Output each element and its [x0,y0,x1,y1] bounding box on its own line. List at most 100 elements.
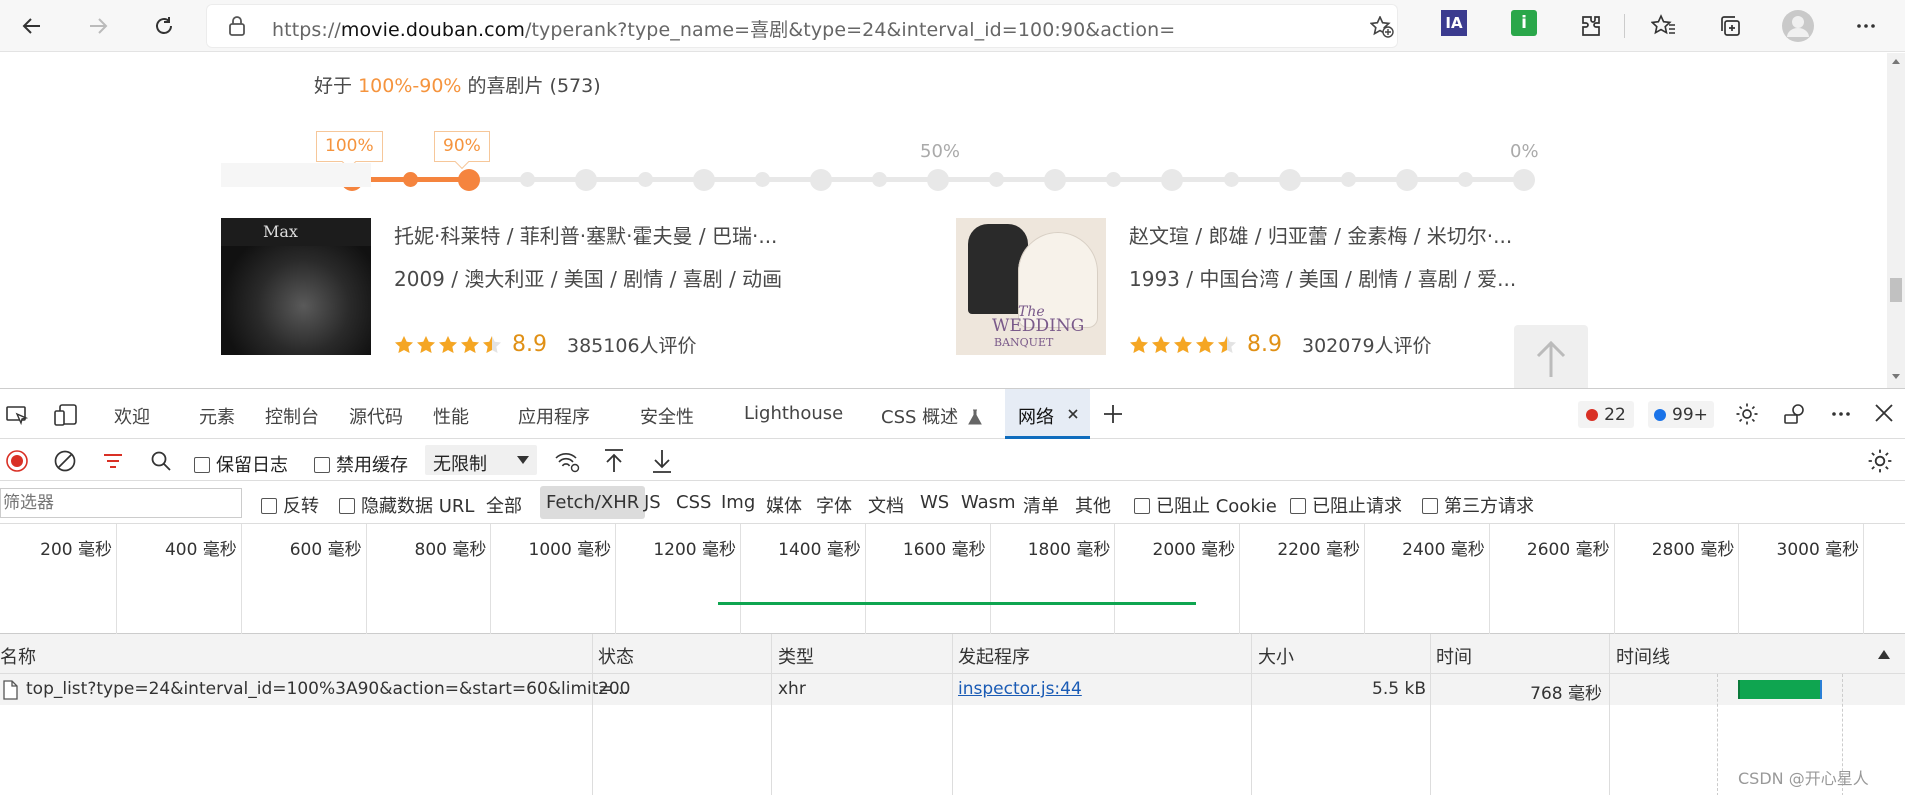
network-conditions-icon[interactable] [554,449,580,473]
scroll-down-icon[interactable] [1891,373,1901,381]
tab-css-overview[interactable]: CSS 概述 [881,403,982,429]
collections-button[interactable] [1712,8,1748,44]
settings-gear-icon[interactable] [1735,402,1759,426]
invert-toggle[interactable]: 反转 [261,492,319,518]
clear-icon[interactable] [53,449,77,473]
col-initiator[interactable]: 发起程序 [958,643,1030,669]
type-filter-font[interactable]: 字体 [816,492,852,518]
request-initiator-link[interactable]: inspector.js:44 [958,679,1082,699]
slider-stop[interactable] [520,172,536,187]
messages-badge[interactable]: 99+ [1648,401,1714,428]
hide-data-urls-toggle[interactable]: 隐藏数据 URL [339,492,474,518]
col-status[interactable]: 状态 [598,643,634,669]
slider-stop[interactable] [1457,172,1473,187]
slider-stop[interactable] [692,168,715,191]
slider-stop[interactable] [809,168,832,191]
forward-button[interactable] [80,8,116,44]
col-type[interactable]: 类型 [778,643,814,669]
scrollbar-thumb[interactable] [1890,278,1902,302]
type-filter-doc[interactable]: 文档 [868,492,904,518]
rating-range-slider[interactable]: 100% 90% 50% 0% [316,131,1556,191]
search-icon[interactable] [149,449,173,473]
import-har-icon[interactable] [602,448,626,474]
info-extension-icon[interactable]: i [1511,10,1537,36]
slider-stop[interactable] [575,168,598,191]
blocked-cookies-toggle[interactable]: 已阻止 Cookie [1134,492,1277,518]
add-favorite-icon[interactable] [1370,16,1394,38]
movie-1-cast[interactable]: 托妮·科莱特 / 菲利普·塞默·霍夫曼 / 巴瑞·... [394,220,777,249]
slider-stop[interactable] [1106,172,1122,187]
type-filter-img[interactable]: Img [721,492,755,513]
device-emulation-icon[interactable] [53,403,79,427]
favorites-button[interactable] [1646,8,1682,44]
back-button[interactable] [14,8,50,44]
blocked-cookies-checkbox[interactable] [1134,498,1150,514]
slider-stop[interactable] [1223,172,1239,187]
customize-icon[interactable] [1782,402,1808,426]
export-har-icon[interactable] [650,448,674,474]
tab-console[interactable]: 控制台 [265,403,319,429]
settings-menu-button[interactable] [1848,8,1884,44]
tab-lighthouse[interactable]: Lighthouse [744,403,843,424]
slider-stop[interactable] [927,168,949,191]
page-scrollbar[interactable] [1887,53,1905,388]
address-bar[interactable]: https://movie.douban.com/typerank?type_n… [206,4,1398,48]
disable-cache-toggle[interactable]: 禁用缓存 [314,451,408,477]
preserve-log-toggle[interactable]: 保留日志 [194,451,288,477]
slider-stop[interactable] [754,172,770,187]
scroll-up-icon[interactable] [1891,57,1901,65]
third-party-checkbox[interactable] [1422,498,1438,514]
blocked-requests-checkbox[interactable] [1290,498,1306,514]
slider-stop[interactable] [989,172,1005,187]
tab-application[interactable]: 应用程序 [518,403,590,429]
invert-checkbox[interactable] [261,498,277,514]
type-filter-other[interactable]: 其他 [1075,492,1111,518]
slider-stop[interactable] [1044,168,1067,191]
close-devtools-icon[interactable] [1873,402,1895,424]
filter-input[interactable] [0,488,242,518]
tab-elements[interactable]: 元素 [199,403,235,429]
close-tab-icon[interactable] [1067,408,1079,420]
slider-stop[interactable] [871,172,887,187]
tab-welcome[interactable]: 欢迎 [114,403,150,429]
network-overview[interactable]: 200 毫秒 400 毫秒 600 毫秒 800 毫秒 1000 毫秒 1200 毫秒 14… [0,524,1905,634]
extensions-button[interactable] [1573,8,1609,44]
slider-stop[interactable] [1395,168,1418,191]
ia-extension-icon[interactable]: IA [1441,10,1467,36]
type-filter-wasm[interactable]: Wasm [961,492,1016,513]
network-settings-gear-icon[interactable] [1867,448,1893,474]
tab-sources[interactable]: 源代码 [349,403,403,429]
type-filter-media[interactable]: 媒体 [766,492,802,518]
reload-button[interactable] [146,8,182,44]
errors-badge[interactable]: 22 [1578,401,1634,428]
col-name[interactable]: 名称 [0,643,36,669]
type-filter-all[interactable]: 全部 [486,492,522,518]
col-size[interactable]: 大小 [1258,643,1294,669]
movie-poster-2[interactable]: The WEDDING BANQUET [956,218,1106,355]
movie-poster-1[interactable]: Max [221,218,371,355]
slider-handle[interactable] [403,172,419,187]
col-waterfall[interactable]: 时间线 [1616,643,1670,669]
col-time[interactable]: 时间 [1436,643,1472,669]
throttle-select[interactable]: 无限制 [425,445,537,475]
slider-handle[interactable] [458,168,481,191]
add-tab-icon[interactable] [1101,402,1125,426]
type-filter-fetch-xhr[interactable]: Fetch/XHR [540,486,646,519]
movie-2-cast[interactable]: 赵文瑄 / 郎雄 / 归亚蕾 / 金素梅 / 米切尔·... [1129,220,1512,249]
tab-performance[interactable]: 性能 [433,403,469,429]
blocked-requests-toggle[interactable]: 已阻止请求 [1290,492,1402,518]
preserve-log-checkbox[interactable] [194,457,210,473]
slider-stop[interactable] [1278,168,1301,191]
hide-data-urls-checkbox[interactable] [339,498,355,514]
type-filter-ws[interactable]: WS [920,492,949,513]
type-filter-js[interactable]: JS [644,492,661,513]
filter-icon[interactable] [101,449,125,473]
tab-security[interactable]: 安全性 [640,403,694,429]
sort-ascending-icon[interactable] [1878,650,1890,659]
request-name[interactable]: top_list?type=24&interval_id=100%3A90&ac… [26,679,629,699]
disable-cache-checkbox[interactable] [314,457,330,473]
slider-stop[interactable] [1340,172,1356,187]
slider-stop[interactable] [1161,168,1184,191]
tab-network[interactable]: 网络 [1005,389,1090,439]
more-options-icon[interactable] [1829,402,1853,426]
